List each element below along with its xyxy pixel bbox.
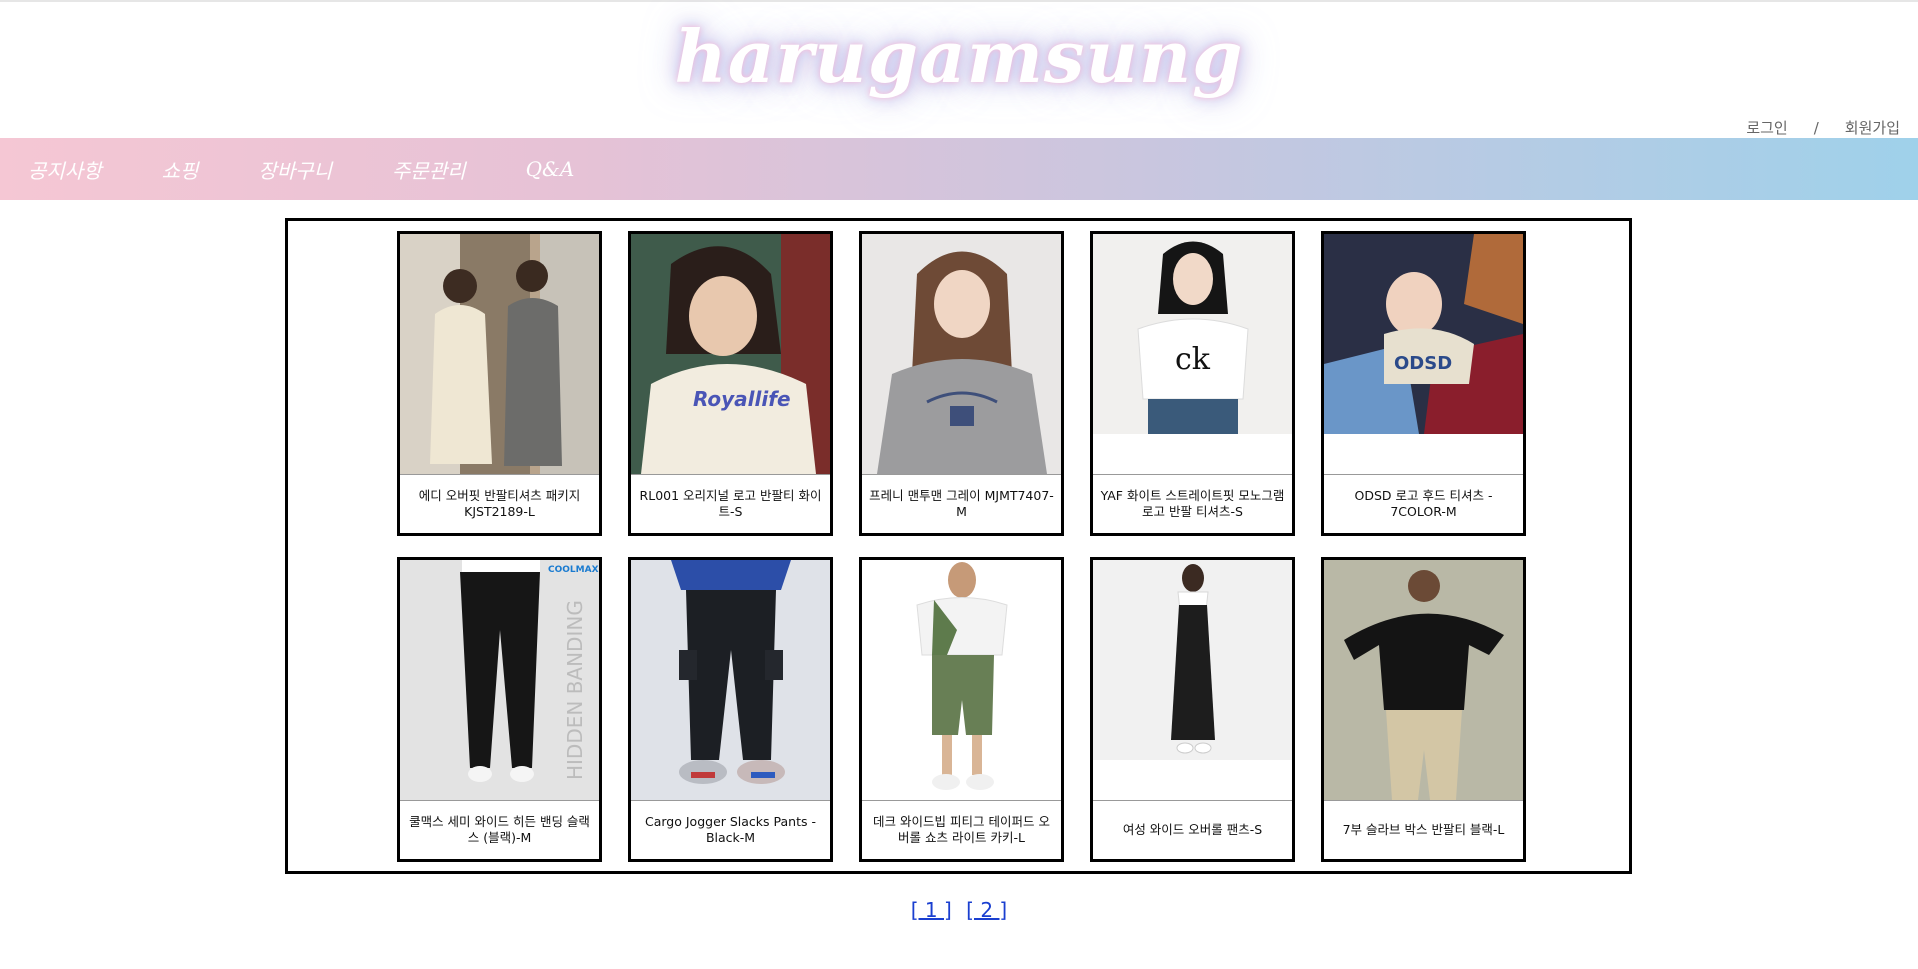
product-card[interactable]: Royallife RL001 오리지널 로고 반팔티 화이트-S xyxy=(628,231,833,536)
odsd-logo-print: ODSD xyxy=(1394,353,1452,374)
signup-link[interactable]: 회원가입 xyxy=(1845,117,1900,138)
ck-logo-print: ck xyxy=(1175,342,1211,377)
site-logo[interactable]: harugamsung xyxy=(0,14,1918,99)
nav-item-shopping[interactable]: 쇼핑 xyxy=(162,155,199,184)
product-name[interactable]: 데크 와이드빕 피티그 테이퍼드 오버롤 쇼츠 라이트 카키-L xyxy=(862,801,1061,859)
product-name[interactable]: RL001 오리지널 로고 반팔티 화이트-S xyxy=(631,475,830,533)
product-card[interactable]: 프레니 맨투맨 그레이 MJMT7407-M xyxy=(859,231,1064,536)
product-image[interactable]: COOLMAX HIDDEN BANDING xyxy=(400,560,599,801)
top-border xyxy=(0,0,1918,2)
auth-separator: / xyxy=(1813,119,1819,137)
product-card[interactable]: 여성 와이드 오버롤 팬츠-S xyxy=(1090,557,1295,862)
product-name[interactable]: 프레니 맨투맨 그레이 MJMT7407-M xyxy=(862,475,1061,533)
product-list-frame: 에디 오버핏 반팔티셔츠 패키지 KJST2189-L Royallife RL… xyxy=(285,218,1632,874)
product-card[interactable]: 에디 오버핏 반팔티셔츠 패키지 KJST2189-L xyxy=(397,231,602,536)
nav-item-orders[interactable]: 주문관리 xyxy=(392,155,466,184)
product-card[interactable]: Cargo Jogger Slacks Pants - Black-M xyxy=(628,557,833,862)
product-image[interactable] xyxy=(862,560,1061,801)
coolmax-tag: COOLMAX xyxy=(548,565,599,575)
main-nav: 공지사항 쇼핑 장바구니 주문관리 Q&A xyxy=(0,138,1918,200)
product-image[interactable]: Royallife xyxy=(631,234,830,475)
product-card[interactable]: ck YAF 화이트 스트레이트핏 모노그램 로고 반팔 티셔츠-S xyxy=(1090,231,1295,536)
product-name[interactable]: 7부 슬라브 박스 반팔티 블랙-L xyxy=(1324,801,1523,859)
nav-item-notice[interactable]: 공지사항 xyxy=(28,155,102,184)
product-image[interactable] xyxy=(631,560,830,801)
royallife-print: Royallife xyxy=(693,387,791,411)
product-name[interactable]: Cargo Jogger Slacks Pants - Black-M xyxy=(631,801,830,859)
page-link-1[interactable]: [ 1 ] xyxy=(911,898,952,922)
product-name[interactable]: YAF 화이트 스트레이트핏 모노그램 로고 반팔 티셔츠-S xyxy=(1093,475,1292,533)
product-card[interactable]: 데크 와이드빕 피티그 테이퍼드 오버롤 쇼츠 라이트 카키-L xyxy=(859,557,1064,862)
page-link-2[interactable]: [ 2 ] xyxy=(966,898,1007,922)
pagination: [ 1 ] [ 2 ] xyxy=(0,898,1918,922)
product-image[interactable]: ODSD xyxy=(1324,234,1523,475)
product-grid: 에디 오버핏 반팔티셔츠 패키지 KJST2189-L Royallife RL… xyxy=(397,231,1527,862)
product-name[interactable]: ODSD 로고 후드 티셔츠 - 7COLOR-M xyxy=(1324,475,1523,533)
product-name[interactable]: 에디 오버핏 반팔티셔츠 패키지 KJST2189-L xyxy=(400,475,599,533)
hidden-banding-text: HIDDEN BANDING xyxy=(563,600,587,780)
product-image[interactable] xyxy=(400,234,599,475)
product-card[interactable]: COOLMAX HIDDEN BANDING 쿨맥스 세미 와이드 히든 밴딩 … xyxy=(397,557,602,862)
product-image[interactable] xyxy=(862,234,1061,475)
product-name[interactable]: 여성 와이드 오버롤 팬츠-S xyxy=(1093,801,1292,859)
product-card[interactable]: 7부 슬라브 박스 반팔티 블랙-L xyxy=(1321,557,1526,862)
auth-links: 로그인 / 회원가입 xyxy=(1746,117,1900,138)
nav-item-qna[interactable]: Q&A xyxy=(526,157,575,181)
product-image[interactable] xyxy=(1093,560,1292,801)
nav-item-cart[interactable]: 장바구니 xyxy=(258,155,332,184)
login-link[interactable]: 로그인 xyxy=(1746,117,1787,138)
product-image[interactable] xyxy=(1324,560,1523,801)
product-card[interactable]: ODSD ODSD 로고 후드 티셔츠 - 7COLOR-M xyxy=(1321,231,1526,536)
product-name[interactable]: 쿨맥스 세미 와이드 히든 밴딩 슬랙스 (블랙)-M xyxy=(400,801,599,859)
product-image[interactable]: ck xyxy=(1093,234,1292,475)
